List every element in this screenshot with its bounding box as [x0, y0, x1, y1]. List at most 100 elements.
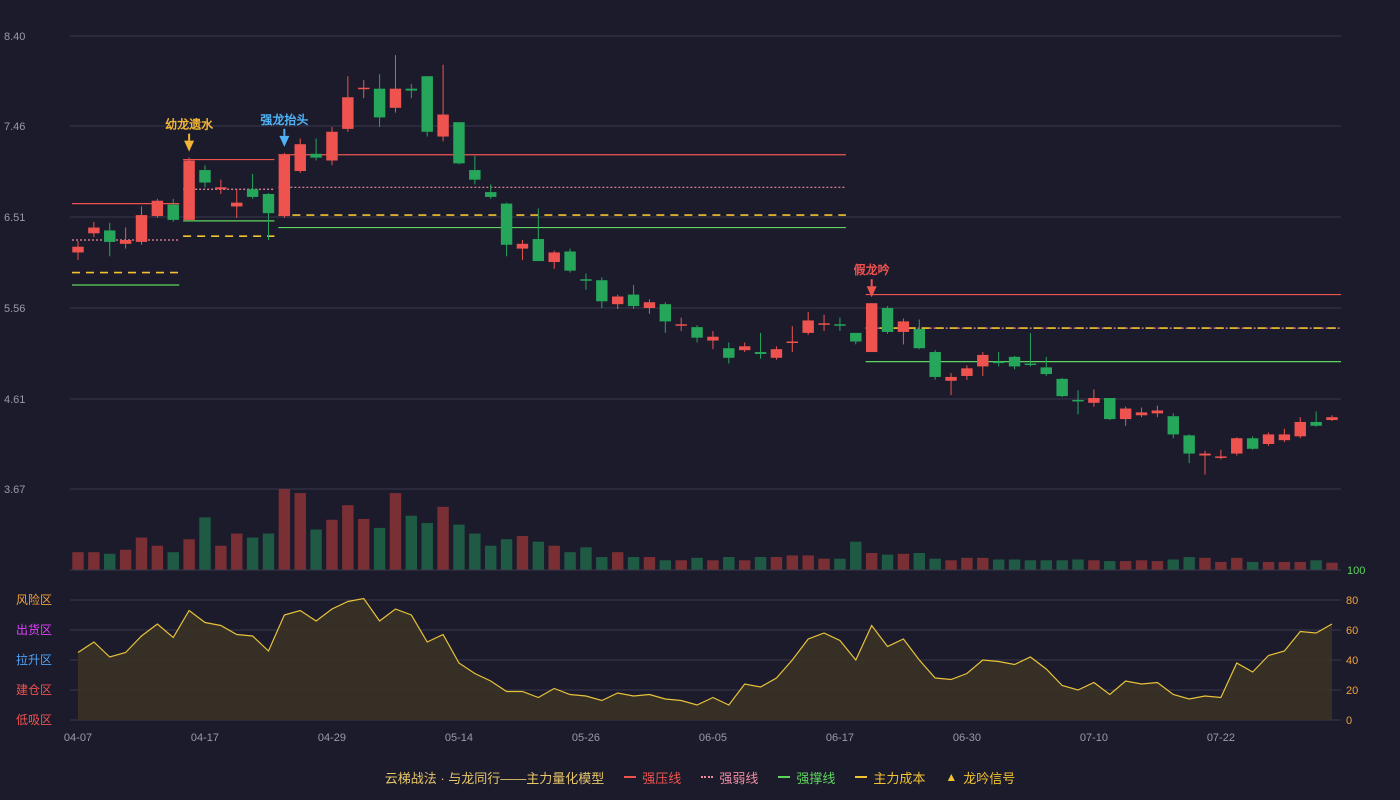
volume-bar — [1088, 560, 1100, 570]
legend-swatch-weak — [701, 776, 714, 778]
osc-zone-label: 拉升区 — [16, 652, 52, 667]
x-tick-label: 05-26 — [572, 732, 600, 744]
volume-bar — [580, 547, 592, 570]
legend-swatch-pressure — [624, 776, 637, 778]
candle-body — [802, 320, 814, 333]
legend-item-cost[interactable]: 主力成本 — [855, 768, 925, 787]
candle-body — [1231, 438, 1243, 454]
legend-title: 云梯战法 · 与龙同行——主力量化模型 — [384, 770, 605, 786]
triangle-icon: ▲ — [945, 770, 958, 784]
signal-arrow — [184, 140, 195, 152]
candle-body — [453, 122, 465, 164]
candle-body — [1167, 416, 1179, 435]
volume-bar — [881, 554, 894, 570]
candle-body — [659, 304, 672, 322]
candle-body — [215, 187, 227, 190]
price-tick-label: 7.46 — [4, 121, 25, 133]
candle-body — [1151, 410, 1164, 414]
candle-body — [1135, 412, 1148, 416]
candle-body — [1008, 356, 1021, 367]
volume-bar — [500, 539, 513, 570]
candle-body — [786, 341, 799, 344]
candle-body — [945, 376, 957, 381]
x-tick-label: 07-22 — [1207, 732, 1235, 744]
volume-bar — [913, 552, 926, 570]
x-tick-label: 07-10 — [1080, 732, 1108, 744]
candle-body — [992, 361, 1005, 364]
candle-body — [1310, 421, 1322, 426]
candle-body — [548, 252, 560, 263]
volume-bar — [278, 489, 291, 570]
candle-body — [88, 227, 100, 234]
legend-item-signal[interactable]: ▲ 龙吟信号 — [945, 768, 1015, 787]
candle-body — [104, 230, 116, 242]
volume-bar — [1246, 561, 1259, 570]
volume-bar — [294, 493, 306, 570]
legend-swatch-cost — [855, 776, 868, 778]
volume-bar — [1231, 557, 1243, 570]
candle-body — [1294, 421, 1306, 437]
candle-body — [405, 88, 418, 91]
legend-label-weak: 强弱线 — [719, 770, 759, 786]
candle-body — [643, 302, 656, 308]
legend-item-pressure[interactable]: 强压线 — [624, 768, 681, 787]
candle-body — [596, 280, 608, 302]
candle-body — [834, 324, 846, 326]
signal-arrow — [279, 135, 290, 147]
volume-bar — [548, 545, 560, 570]
candle-body — [770, 349, 783, 358]
volume-bar — [738, 560, 751, 570]
candle-body — [675, 324, 687, 326]
volume-bar — [818, 558, 830, 570]
volume-bar — [659, 560, 672, 570]
price-tick-label: 8.40 — [4, 31, 25, 43]
volume-bar — [1056, 560, 1068, 570]
candle-body — [627, 294, 640, 307]
volume-bar — [1294, 561, 1306, 570]
candle-body — [199, 170, 211, 183]
volume-bar — [453, 524, 465, 570]
osc-tick-label: 0 — [1346, 715, 1352, 727]
candle-body — [183, 160, 195, 220]
volume-bar — [1008, 559, 1021, 570]
candle-body — [818, 323, 830, 325]
volume-axis-label: 100 — [1347, 565, 1365, 577]
volume-bar — [1215, 561, 1227, 570]
legend-label-cost: 主力成本 — [873, 770, 926, 786]
legend-item-support[interactable]: 强撑线 — [778, 768, 835, 787]
volume-bar — [135, 537, 148, 570]
volume-bar — [469, 533, 481, 570]
volume-bar — [961, 557, 973, 570]
x-tick-label: 04-29 — [318, 732, 346, 744]
candle-body — [389, 88, 402, 108]
candle-body — [977, 354, 989, 367]
volume-bar — [1326, 562, 1338, 570]
candle-body — [437, 114, 449, 137]
volume-bar — [770, 557, 783, 570]
signal-arrow — [866, 286, 877, 298]
x-tick-label: 05-14 — [445, 732, 473, 744]
x-tick-label: 04-17 — [191, 732, 219, 744]
candle-body — [1040, 367, 1052, 375]
volume-bar — [1072, 559, 1084, 570]
legend-item-weak[interactable]: 强弱线 — [701, 768, 758, 787]
candle-body — [929, 352, 941, 377]
volume-bar — [596, 557, 608, 570]
candle-body — [913, 329, 926, 349]
volume-bar — [675, 560, 687, 570]
volume-bar — [1024, 560, 1037, 570]
candle-body — [342, 97, 354, 129]
candle-body — [373, 88, 386, 118]
volume-bar — [72, 552, 84, 570]
volume-bar — [1278, 561, 1291, 570]
volume-bar — [1104, 561, 1116, 570]
volume-bar — [611, 552, 624, 570]
volume-bar — [1262, 561, 1275, 570]
volume-bar — [1167, 559, 1179, 570]
volume-bar — [1135, 560, 1148, 570]
signal-label: 强龙抬头 — [260, 112, 308, 127]
osc-zone-label: 低吸区 — [16, 713, 52, 727]
signal-label: 假龙吟 — [854, 262, 890, 277]
legend-label-signal: 龙吟信号 — [963, 770, 1016, 786]
candle-body — [421, 76, 433, 132]
